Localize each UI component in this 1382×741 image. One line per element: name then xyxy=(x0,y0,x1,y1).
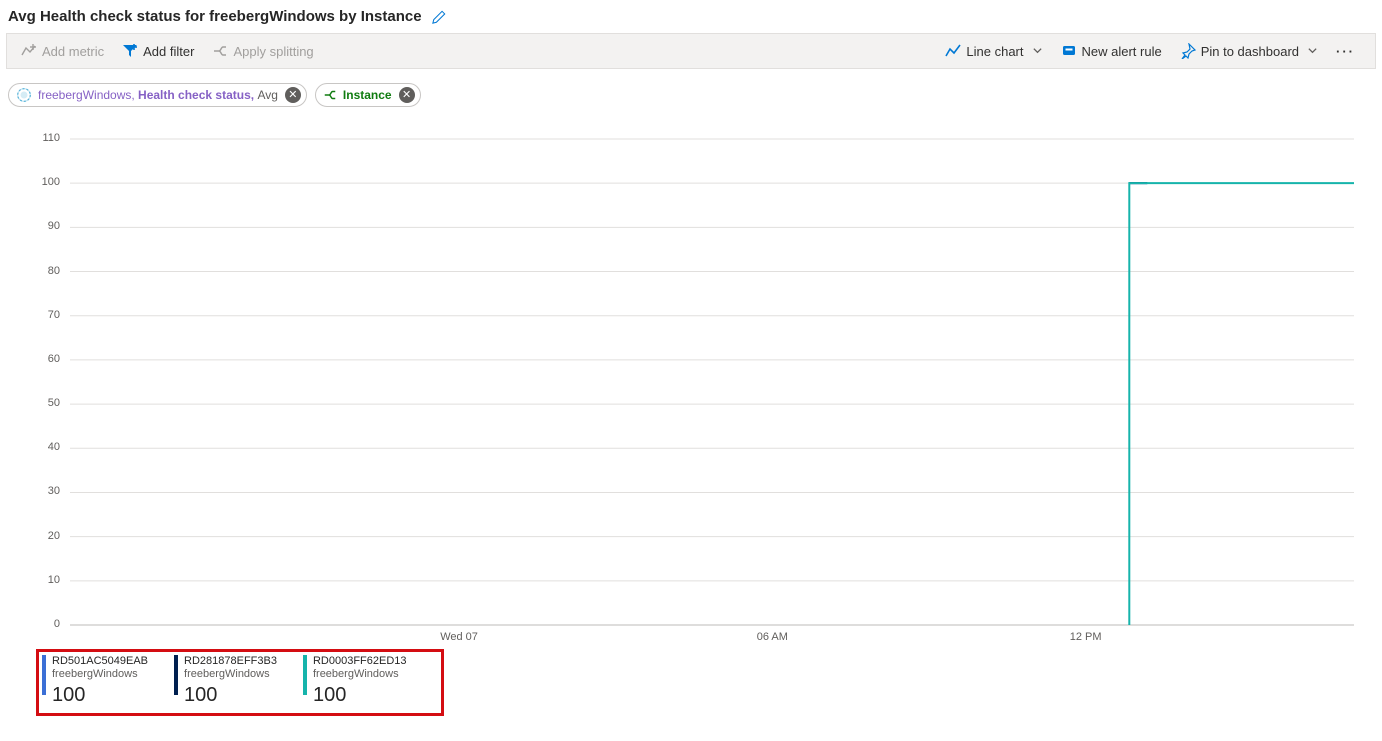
chart-area: 0102030405060708090100110 Wed 0706 AM12 … xyxy=(6,117,1376,639)
y-tick-label: 80 xyxy=(30,265,60,277)
legend-series-value: 100 xyxy=(184,683,277,707)
chart-type-dropdown[interactable]: Line chart xyxy=(939,41,1048,61)
add-filter-button[interactable]: Add filter xyxy=(116,41,200,61)
x-tick-label: 06 AM xyxy=(757,631,788,643)
y-tick-label: 100 xyxy=(30,176,60,188)
legend-series-value: 100 xyxy=(52,683,148,707)
chart-title-row: Avg Health check status for freebergWind… xyxy=(6,4,1376,33)
legend-highlight-box: RD501AC5049EAB freebergWindows 100 RD281… xyxy=(36,649,444,716)
legend-item[interactable]: RD281878EFF3B3 freebergWindows 100 xyxy=(174,655,277,707)
new-alert-rule-button[interactable]: New alert rule xyxy=(1055,41,1168,61)
metric-chips-row: freebergWindows, Health check status, Av… xyxy=(6,69,1376,117)
legend-swatch xyxy=(42,655,46,695)
y-tick-label: 10 xyxy=(30,574,60,586)
resource-globe-icon xyxy=(16,87,32,103)
legend-series-name: RD281878EFF3B3 xyxy=(184,655,277,668)
legend-series-value: 100 xyxy=(313,683,407,707)
chart-title: Avg Health check status for freebergWind… xyxy=(8,8,422,25)
y-tick-label: 20 xyxy=(30,530,60,542)
split-icon xyxy=(212,43,228,59)
metric-chip[interactable]: freebergWindows, Health check status, Av… xyxy=(8,83,307,107)
y-tick-label: 0 xyxy=(30,618,60,630)
apply-splitting-button[interactable]: Apply splitting xyxy=(206,41,319,61)
y-tick-label: 40 xyxy=(30,441,60,453)
y-tick-label: 90 xyxy=(30,220,60,232)
y-tick-label: 60 xyxy=(30,353,60,365)
more-icon: ··· xyxy=(1336,44,1355,59)
remove-chip-icon[interactable]: ✕ xyxy=(285,87,301,103)
alert-icon xyxy=(1061,43,1077,59)
chevron-down-icon xyxy=(1032,44,1043,59)
legend-series-sub: freebergWindows xyxy=(313,668,407,681)
pin-icon xyxy=(1180,43,1196,59)
add-metric-button[interactable]: Add metric xyxy=(15,41,110,61)
split-icon xyxy=(323,88,337,102)
remove-chip-icon[interactable]: ✕ xyxy=(399,87,415,103)
x-tick-label: Wed 07 xyxy=(440,631,478,643)
pin-to-dashboard-button[interactable]: Pin to dashboard xyxy=(1174,41,1324,61)
legend-series-name: RD501AC5049EAB xyxy=(52,655,148,668)
chevron-down-icon xyxy=(1307,44,1318,59)
filter-icon xyxy=(122,43,138,59)
line-chart[interactable] xyxy=(10,129,1360,639)
line-chart-icon xyxy=(945,43,961,59)
y-tick-label: 110 xyxy=(30,132,60,144)
y-tick-label: 30 xyxy=(30,485,60,497)
add-metric-icon xyxy=(21,43,37,59)
edit-title-icon[interactable] xyxy=(432,10,446,24)
split-chip[interactable]: Instance ✕ xyxy=(315,83,421,107)
legend-series-name: RD0003FF62ED13 xyxy=(313,655,407,668)
legend-swatch xyxy=(174,655,178,695)
legend-item[interactable]: RD0003FF62ED13 freebergWindows 100 xyxy=(303,655,407,707)
y-tick-label: 50 xyxy=(30,397,60,409)
legend-swatch xyxy=(303,655,307,695)
x-tick-label: 12 PM xyxy=(1070,631,1102,643)
legend-series-sub: freebergWindows xyxy=(184,668,277,681)
legend-item[interactable]: RD501AC5049EAB freebergWindows 100 xyxy=(42,655,148,707)
more-actions-button[interactable]: ··· xyxy=(1330,42,1361,61)
chart-toolbar: Add metric Add filter Apply splitting xyxy=(6,33,1376,69)
legend-series-sub: freebergWindows xyxy=(52,668,148,681)
y-tick-label: 70 xyxy=(30,309,60,321)
